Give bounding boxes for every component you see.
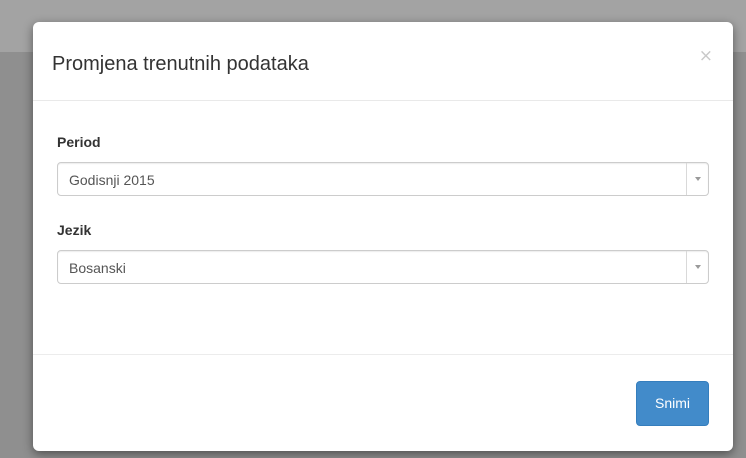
modal-footer-divider: [33, 354, 733, 355]
period-select[interactable]: Godisnji 2015: [57, 162, 709, 196]
period-label: Period: [57, 134, 101, 150]
modal-header: Promjena trenutnih podataka ×: [33, 22, 733, 101]
period-select-value: Godisnji 2015: [69, 172, 155, 188]
close-icon[interactable]: ×: [699, 46, 713, 66]
save-button[interactable]: Snimi: [636, 381, 709, 426]
change-current-data-dialog: Promjena trenutnih podataka × Period God…: [33, 22, 733, 451]
language-label: Jezik: [57, 222, 92, 238]
chevron-down-icon[interactable]: [686, 163, 708, 195]
language-select[interactable]: Bosanski: [57, 250, 709, 284]
chevron-down-icon[interactable]: [686, 251, 708, 283]
modal-title: Promjena trenutnih podataka: [52, 53, 309, 75]
language-select-value: Bosanski: [69, 260, 126, 276]
